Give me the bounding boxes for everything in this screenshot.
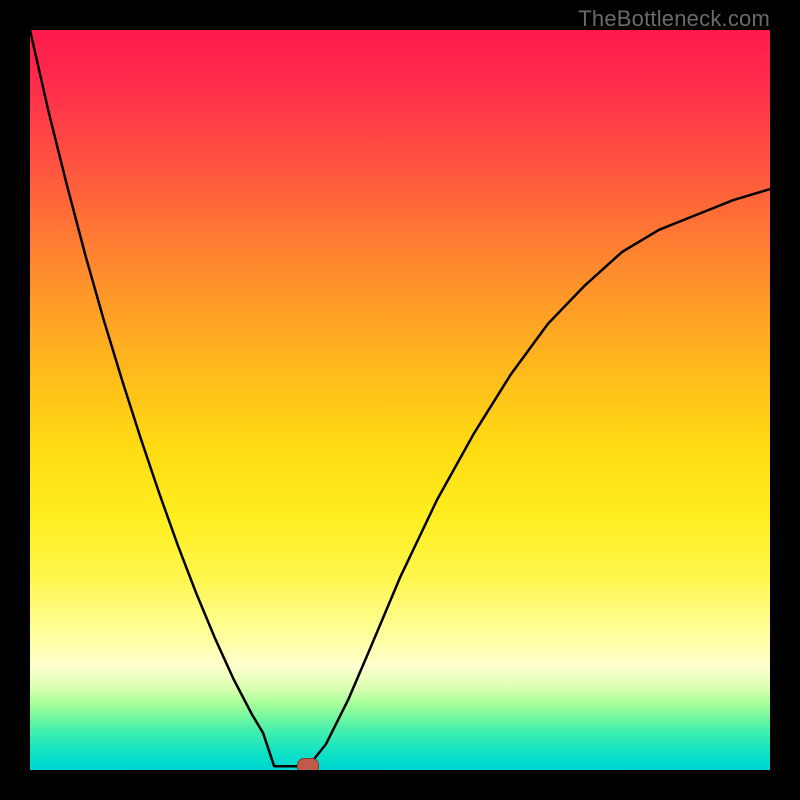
watermark-text: TheBottleneck.com bbox=[578, 6, 770, 32]
heat-gradient bbox=[30, 30, 770, 770]
optimal-marker bbox=[297, 758, 319, 770]
plot-area bbox=[30, 30, 770, 770]
chart-frame: TheBottleneck.com bbox=[0, 0, 800, 800]
